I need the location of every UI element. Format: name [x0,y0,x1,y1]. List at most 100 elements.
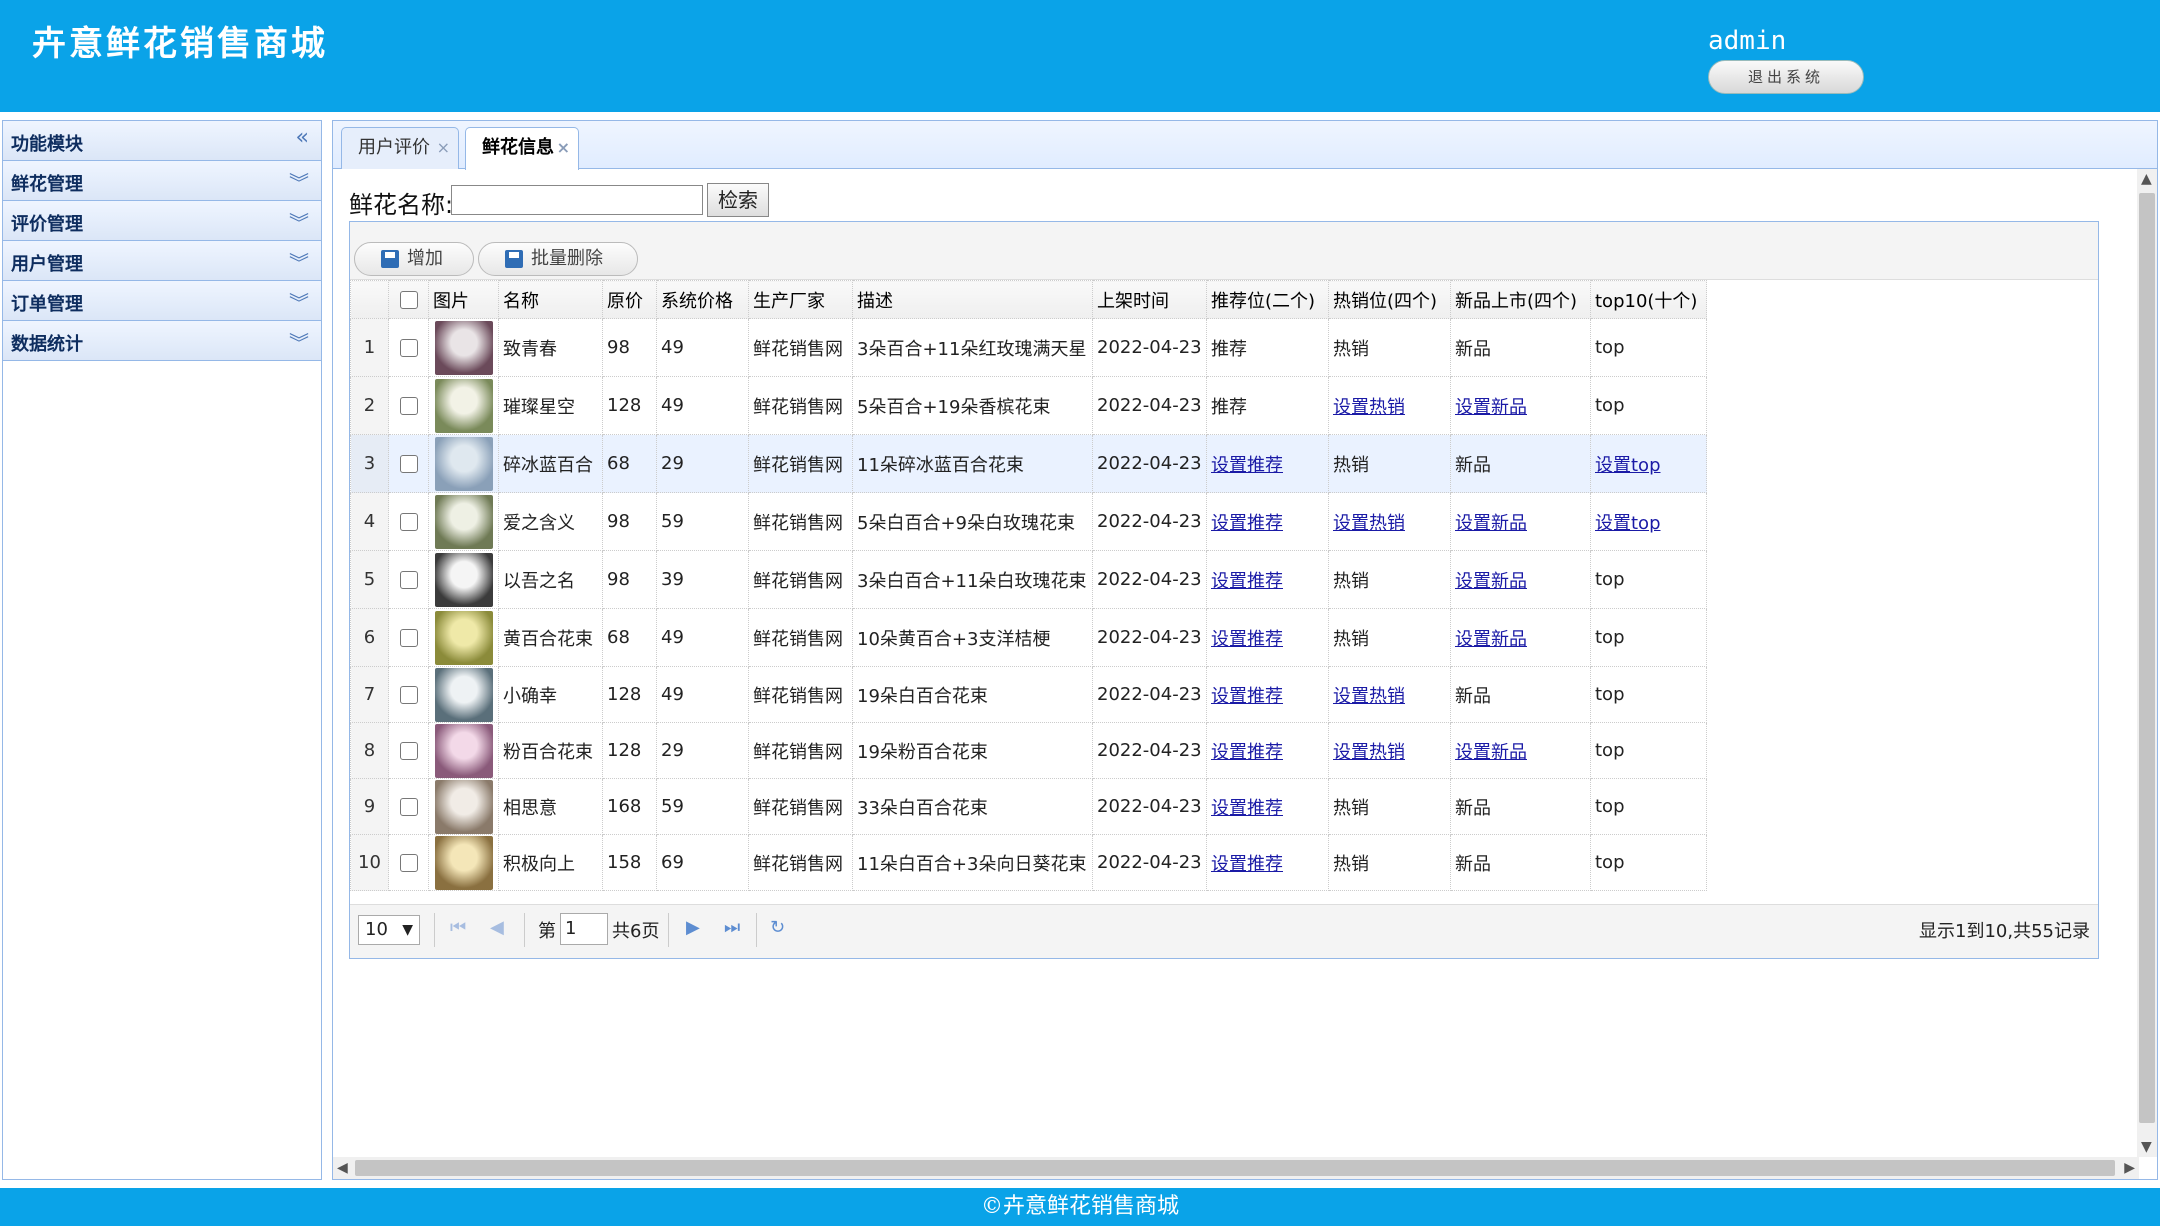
batch-delete-button[interactable]: 批量删除 [478,242,638,276]
col-header[interactable]: 上架时间 [1092,280,1207,319]
row-select-cell [388,608,429,667]
table-row[interactable]: 7 小确幸 128 49 鲜花销售网 19朵白百合花束 2022-04-23 设置推荐 设置热销… [350,666,1707,723]
cell-rec: 设置推荐 [1206,550,1329,609]
sidebar-item-flower[interactable]: 鲜花管理 ︾ [3,161,321,201]
first-page-icon[interactable]: ⏮ [450,917,466,938]
set-new-link[interactable]: 设置新品 [1455,571,1527,592]
cell-date: 2022-04-23 [1092,608,1207,667]
sidebar-item-review[interactable]: 评价管理 ︾ [3,201,321,241]
row-checkbox[interactable] [399,629,418,647]
tab-flower-info[interactable]: 鲜花信息 × [465,127,579,170]
set-rec-link[interactable]: 设置推荐 [1211,629,1283,650]
set-rec-link[interactable]: 设置推荐 [1211,686,1283,707]
set-new-link[interactable]: 设置新品 [1455,742,1527,763]
cell-new: 设置新品 [1450,376,1591,435]
set-new-link[interactable]: 设置新品 [1455,513,1527,534]
table-row[interactable]: 6 黄百合花束 68 49 鲜花销售网 10朵黄百合+3支洋桔梗 2022-04-23 设置推… [350,608,1707,667]
add-button[interactable]: 增加 [354,242,474,276]
cell-name: 黄百合花束 [498,608,603,667]
top-status: top [1595,569,1625,590]
table-row[interactable]: 2 璀璨星空 128 49 鲜花销售网 5朵百合+19朵香槟花束 2022-04-23 推荐 设… [350,376,1707,435]
col-header[interactable]: 新品上市(四个) [1450,280,1591,319]
collapse-left-icon[interactable]: « [296,125,309,150]
col-header[interactable]: 生产厂家 [748,280,853,319]
close-icon[interactable]: × [437,128,450,168]
col-header[interactable]: 热销位(四个) [1328,280,1451,319]
horizontal-scroll-thumb[interactable] [355,1160,2115,1176]
set-rec-link[interactable]: 设置推荐 [1211,513,1283,534]
set-top-link[interactable]: 设置top [1595,513,1661,534]
row-checkbox[interactable] [399,455,418,473]
set-rec-link[interactable]: 设置推荐 [1211,571,1283,592]
cell-date: 2022-04-23 [1092,376,1207,435]
table-row[interactable]: 9 相思意 168 59 鲜花销售网 33朵白百合花束 2022-04-23 设置推荐 热销 新品… [350,778,1707,835]
flower-image-cell [428,376,499,435]
search-input[interactable] [451,185,703,215]
table-row[interactable]: 1 致青春 98 49 鲜花销售网 3朵百合+11朵红玫瑰满天星 2022-04-23 推荐 热… [350,318,1707,377]
sidebar-item-stats[interactable]: 数据统计 ︾ [3,321,321,361]
row-checkbox[interactable] [399,571,418,589]
row-checkbox[interactable] [399,854,418,872]
last-page-icon[interactable]: ⏭ [724,917,740,938]
cell-new: 新品 [1450,434,1591,493]
set-new-link[interactable]: 设置新品 [1455,629,1527,650]
set-rec-link[interactable]: 设置推荐 [1211,798,1283,819]
table-row[interactable]: 10 积极向上 158 69 鲜花销售网 11朵白百合+3朵向日葵花束 2022-04-23… [350,834,1707,891]
set-rec-link[interactable]: 设置推荐 [1211,455,1283,476]
flower-image-cell [428,434,499,493]
set-top-link[interactable]: 设置top [1595,455,1661,476]
col-header[interactable]: 名称 [498,280,603,319]
scroll-up-icon[interactable]: ▲ [2141,171,2152,187]
set-rec-link[interactable]: 设置推荐 [1211,742,1283,763]
set-hot-link[interactable]: 设置热销 [1333,397,1405,418]
row-checkbox[interactable] [399,742,418,760]
scroll-left-icon[interactable]: ◀ [337,1160,348,1176]
set-new-link[interactable]: 设置新品 [1455,397,1527,418]
cell-hot: 设置热销 [1328,376,1451,435]
table-row[interactable]: 3 碎冰蓝百合 68 29 鲜花销售网 11朵碎冰蓝百合花束 2022-04-23 设置推荐 热… [350,434,1707,493]
scroll-down-icon[interactable]: ▼ [2141,1139,2152,1155]
vertical-scrollbar[interactable]: ▲ ▼ [2137,169,2157,1157]
row-checkbox[interactable] [399,397,418,415]
col-header[interactable]: 系统价格 [656,280,749,319]
col-header[interactable]: top10(十个) [1590,280,1707,319]
row-checkbox[interactable] [399,339,418,357]
set-hot-link[interactable]: 设置热销 [1333,686,1405,707]
close-icon[interactable]: × [557,128,570,168]
refresh-icon[interactable]: ↻ [770,917,785,938]
top-status: top [1595,627,1625,648]
cell-date: 2022-04-23 [1092,666,1207,723]
cell-date: 2022-04-23 [1092,550,1207,609]
logout-button[interactable]: 退出系统 [1708,60,1864,94]
col-header[interactable]: 推荐位(二个) [1206,280,1329,319]
col-header[interactable]: 图片 [428,280,499,319]
row-checkbox[interactable] [399,513,418,531]
prev-page-icon[interactable]: ◀ [490,917,504,938]
page-size-select[interactable]: 10 ▼ [358,915,420,945]
chevron-down-icon: ▼ [402,922,413,938]
set-hot-link[interactable]: 设置热销 [1333,513,1405,534]
col-header[interactable]: 描述 [852,280,1093,319]
search-button[interactable]: 检索 [707,183,769,217]
sidebar-item-orders[interactable]: 订单管理 ︾ [3,281,321,321]
vertical-scroll-thumb[interactable] [2139,193,2155,1123]
set-hot-link[interactable]: 设置热销 [1333,742,1405,763]
select-all-checkbox[interactable] [399,291,418,309]
row-checkbox[interactable] [399,686,418,704]
set-rec-link[interactable]: 设置推荐 [1211,854,1283,875]
row-checkbox[interactable] [399,798,418,816]
sidebar-item-users[interactable]: 用户管理 ︾ [3,241,321,281]
scroll-right-icon[interactable]: ▶ [2124,1160,2135,1176]
sidebar-header[interactable]: 功能模块 « [3,121,321,161]
col-header[interactable]: 原价 [602,280,657,319]
page-number-input[interactable]: 1 [560,913,608,945]
table-row[interactable]: 8 粉百合花束 128 29 鲜花销售网 19朵粉百合花束 2022-04-23 设置推荐 设置… [350,722,1707,779]
table-row[interactable]: 5 以吾之名 98 39 鲜花销售网 3朵白百合+11朵白玫瑰花束 2022-04-23 设置… [350,550,1707,609]
tab-user-review[interactable]: 用户评价 × [341,127,459,169]
cell-hot: 热销 [1328,608,1451,667]
next-page-icon[interactable]: ▶ [686,917,700,938]
horizontal-scrollbar[interactable]: ◀ ▶ [333,1157,2139,1179]
table-row[interactable]: 4 爱之含义 98 59 鲜花销售网 5朵白百合+9朵白玫瑰花束 2022-04-23 设置推… [350,492,1707,551]
cell-hot: 热销 [1328,834,1451,891]
cell-date: 2022-04-23 [1092,778,1207,835]
